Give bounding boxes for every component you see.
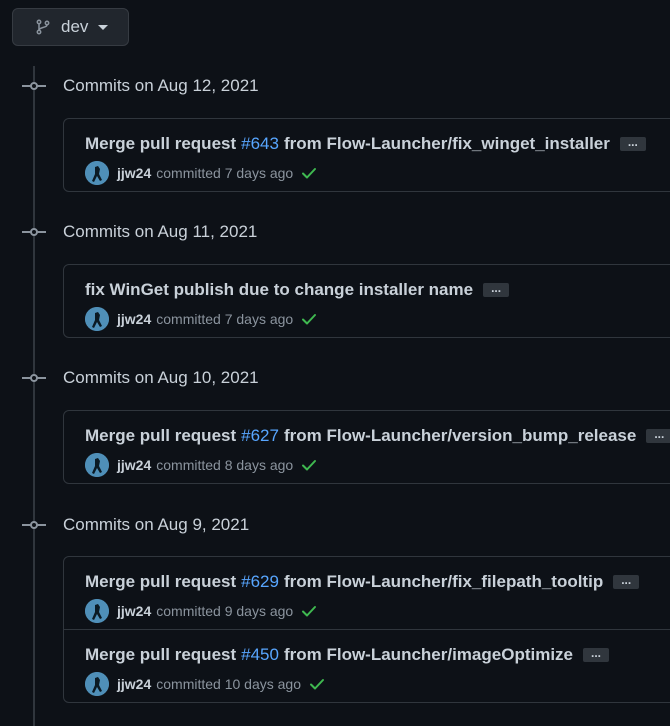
commit-message[interactable]: Merge pull request #450 from Flow-Launcher… — [85, 645, 610, 665]
avatar[interactable] — [85, 672, 109, 696]
commit-meta: jjw24 committed 8 days ago — [85, 453, 317, 477]
commit-message-branch[interactable]: from Flow-Launcher/imageOptimize — [284, 645, 573, 665]
commit-author[interactable]: jjw24 — [117, 457, 151, 473]
timeline-line — [33, 66, 35, 726]
commit-message-branch[interactable]: from Flow-Launcher/fix_winget_installer — [284, 134, 610, 154]
commit-message-branch[interactable]: from Flow-Launcher/fix_filepath_tooltip — [284, 572, 603, 592]
git-commit-icon — [22, 518, 46, 532]
commit-time: 7 days ago — [224, 165, 294, 181]
check-icon[interactable] — [301, 312, 317, 326]
commit-row: Merge pull request #643 from Flow-Launcher… — [64, 119, 670, 191]
avatar[interactable] — [85, 599, 109, 623]
check-icon[interactable] — [301, 604, 317, 618]
check-icon[interactable] — [301, 166, 317, 180]
commit-group-title: Commits on Aug 10, 2021 — [63, 368, 259, 387]
commit-row: Merge pull request #629 from Flow-Launcher… — [64, 557, 670, 629]
avatar[interactable] — [85, 161, 109, 185]
pull-request-link[interactable]: #450 — [241, 645, 279, 665]
git-commit-icon — [22, 79, 46, 93]
expand-message-button[interactable]: ... — [613, 574, 640, 589]
commit-group-title: Commits on Aug 11, 2021 — [63, 222, 258, 241]
commit-group-title: Commits on Aug 12, 2021 — [63, 76, 259, 95]
commit-meta: jjw24 committed 7 days ago — [85, 161, 317, 185]
commit-message-text[interactable]: Merge pull request — [85, 645, 236, 665]
commit-message-text[interactable]: fix WinGet publish due to change install… — [85, 280, 473, 300]
commit-message-branch[interactable]: from Flow-Launcher/version_bump_release — [284, 426, 636, 446]
expand-message-button[interactable]: ... — [583, 647, 610, 662]
commit-time: 9 days ago — [224, 603, 294, 619]
committed-label: committed — [156, 311, 221, 327]
commit-message[interactable]: Merge pull request #629 from Flow-Launcher… — [85, 572, 640, 592]
commit-row: Merge pull request #450 from Flow-Launcher… — [64, 629, 670, 702]
commit-group-box: Merge pull request #627 from Flow-Launcher… — [63, 410, 670, 484]
commit-row: fix WinGet publish due to change install… — [64, 265, 670, 337]
pull-request-link[interactable]: #627 — [241, 426, 279, 446]
commit-message-text[interactable]: Merge pull request — [85, 426, 236, 446]
commit-group-box: Merge pull request #643 from Flow-Launcher… — [63, 118, 670, 192]
commit-author[interactable]: jjw24 — [117, 676, 151, 692]
committed-label: committed — [156, 457, 221, 473]
commit-group-title: Commits on Aug 9, 2021 — [63, 515, 250, 534]
avatar[interactable] — [85, 453, 109, 477]
commit-author[interactable]: jjw24 — [117, 165, 151, 181]
commit-author[interactable]: jjw24 — [117, 603, 151, 619]
expand-message-button[interactable]: ... — [483, 282, 510, 297]
caret-down-icon — [98, 24, 109, 30]
commit-message-text[interactable]: Merge pull request — [85, 572, 236, 592]
commit-group-box: Merge pull request #629 from Flow-Launcher… — [63, 556, 670, 703]
commit-group-box: fix WinGet publish due to change install… — [63, 264, 670, 338]
committed-label: committed — [156, 165, 221, 181]
pull-request-link[interactable]: #643 — [241, 134, 279, 154]
commit-message-text[interactable]: Merge pull request — [85, 134, 236, 154]
committed-label: committed — [156, 676, 221, 692]
commit-time: 7 days ago — [224, 311, 294, 327]
check-icon[interactable] — [309, 677, 325, 691]
branch-name: dev — [61, 17, 89, 36]
avatar[interactable] — [85, 307, 109, 331]
commit-time: 8 days ago — [224, 457, 294, 473]
expand-message-button[interactable]: ... — [619, 136, 646, 151]
git-branch-icon — [35, 19, 51, 35]
commit-message[interactable]: Merge pull request #643 from Flow-Launcher… — [85, 134, 646, 154]
expand-message-button[interactable]: ... — [646, 428, 670, 443]
git-commit-icon — [22, 225, 46, 239]
commit-message[interactable]: Merge pull request #627 from Flow-Launcher… — [85, 426, 670, 446]
commit-meta: jjw24 committed 7 days ago — [85, 307, 317, 331]
commit-time: 10 days ago — [224, 676, 302, 692]
commit-author[interactable]: jjw24 — [117, 311, 151, 327]
git-commit-icon — [22, 371, 46, 385]
commit-row: Merge pull request #627 from Flow-Launcher… — [64, 411, 670, 483]
commit-meta: jjw24 committed 9 days ago — [85, 599, 317, 623]
branch-select-button[interactable]: dev — [12, 8, 129, 46]
commit-meta: jjw24 committed 10 days ago — [85, 672, 325, 696]
pull-request-link[interactable]: #629 — [241, 572, 279, 592]
committed-label: committed — [156, 603, 221, 619]
check-icon[interactable] — [301, 458, 317, 472]
commit-message[interactable]: fix WinGet publish due to change install… — [85, 280, 510, 300]
